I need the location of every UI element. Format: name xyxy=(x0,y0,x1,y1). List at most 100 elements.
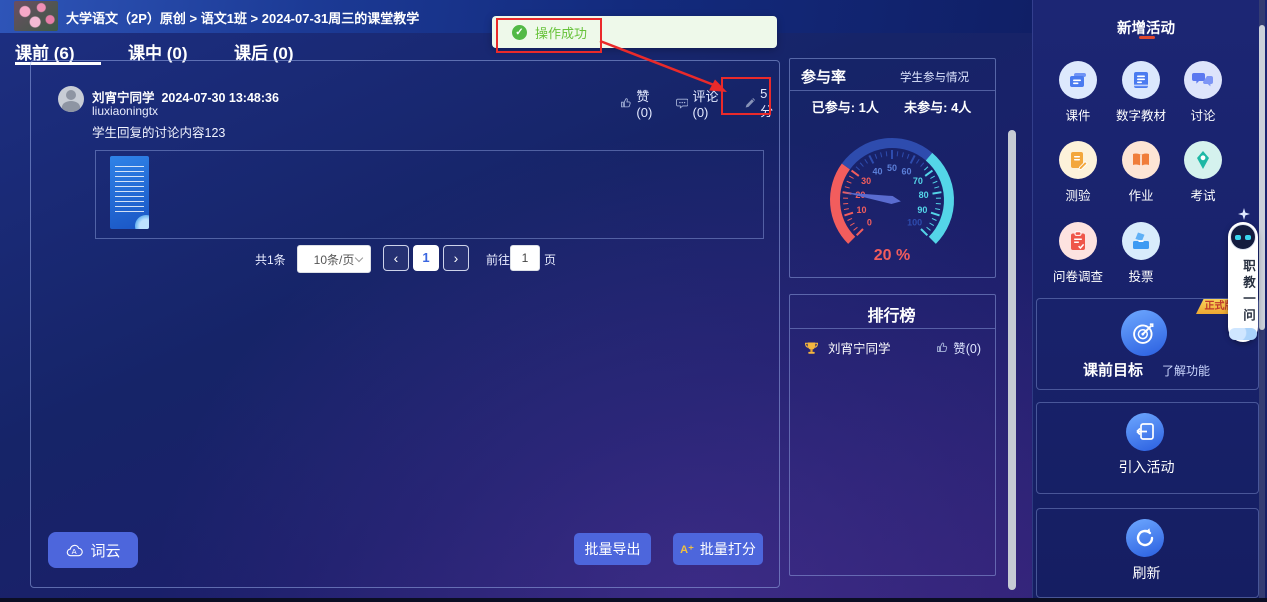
refresh-icon xyxy=(1133,526,1157,550)
success-toast: ✓ 操作成功 xyxy=(492,16,777,48)
assistant-widget[interactable]: 职教一问 xyxy=(1228,222,1258,342)
comment-meta: 赞(0) 评论(0) 5分 xyxy=(620,86,778,120)
svg-text:60: 60 xyxy=(902,166,912,176)
activity-survey[interactable]: 问卷调查 xyxy=(1046,222,1110,285)
svg-text:80: 80 xyxy=(919,190,929,200)
activity-vote[interactable]: 投票 xyxy=(1109,222,1173,285)
participation-subtitle[interactable]: 学生参与情况 xyxy=(900,69,969,85)
like-button[interactable]: 赞(0) xyxy=(620,86,662,120)
page-size-select[interactable]: 10条/页 xyxy=(297,245,371,273)
batch-score-label: 批量打分 xyxy=(700,539,756,559)
student-username: liuxiaoningtx xyxy=(92,104,158,118)
attachment-box xyxy=(95,150,764,239)
goto-label: 前往 xyxy=(486,251,510,268)
score-pen-icon xyxy=(744,96,756,110)
activity-label: 问卷调查 xyxy=(1046,266,1110,285)
goal-target-button[interactable] xyxy=(1121,310,1167,356)
content-scrollbar[interactable] xyxy=(1008,130,1016,590)
toast-text: 操作成功 xyxy=(535,23,587,42)
activity-label: 测验 xyxy=(1046,185,1110,204)
score-button[interactable]: 5分 xyxy=(744,86,778,120)
total-count: 共1条 xyxy=(255,251,286,268)
survey-icon xyxy=(1059,222,1097,260)
avatar xyxy=(58,86,84,112)
import-icon-circle[interactable] xyxy=(1126,413,1164,451)
participation-percent: 20 % xyxy=(802,247,982,265)
discussion-icon xyxy=(1184,61,1222,99)
page-size-value: 10条/页 xyxy=(314,251,355,268)
like-count: 赞(0) xyxy=(636,86,662,120)
thumbs-up-icon xyxy=(620,96,632,110)
svg-text:40: 40 xyxy=(872,166,882,176)
import-label: 引入活动 xyxy=(1036,457,1257,477)
quiz-icon xyxy=(1059,141,1097,179)
leaderboard-title: 排行榜 xyxy=(789,302,994,326)
leaderboard-name: 刘宵宁同学 xyxy=(828,338,891,357)
activity-label: 数字教材 xyxy=(1109,105,1173,124)
activity-discussion[interactable]: 讨论 xyxy=(1171,61,1235,124)
target-icon xyxy=(1130,319,1158,347)
activity-homework[interactable]: 作业 xyxy=(1109,141,1173,204)
student-name: 刘宵宁同学 xyxy=(92,91,155,105)
score-value: 5分 xyxy=(760,86,778,120)
chevron-down-icon xyxy=(355,254,363,262)
leaderboard-row: 刘宵宁同学 赞(0) xyxy=(803,338,981,357)
homework-icon xyxy=(1122,141,1160,179)
activity-courseware[interactable]: 课件 xyxy=(1046,61,1110,124)
page-container: 大学语文（2P）原创 > 语文1班 > 2024-07-31周三的课堂教学 课前… xyxy=(0,0,1267,602)
robot-eye xyxy=(1245,235,1251,240)
comment-icon xyxy=(676,97,688,110)
cloud-icon xyxy=(1229,328,1257,340)
not-joined-count: 未参与: 4人 xyxy=(904,100,971,115)
participation-title: 参与率 xyxy=(801,66,846,87)
sidebar-title: 新增活动 xyxy=(1032,17,1260,38)
reply-count: 评论(0) xyxy=(692,86,729,120)
card-divider xyxy=(790,90,995,91)
current-page[interactable]: 1 xyxy=(413,245,439,271)
leaderboard-card xyxy=(789,294,996,576)
sparkle-icon xyxy=(1238,208,1250,220)
robot-eye xyxy=(1235,235,1241,240)
wordcloud-button[interactable]: A 词云 xyxy=(48,532,138,568)
batch-export-button[interactable]: 批量导出 xyxy=(574,533,651,565)
svg-text:100: 100 xyxy=(907,218,922,228)
wordcloud-label: 词云 xyxy=(90,540,120,561)
activity-quiz[interactable]: 测验 xyxy=(1046,141,1110,204)
vote-icon xyxy=(1122,222,1160,260)
breadcrumb[interactable]: 大学语文（2P）原创 > 语文1班 > 2024-07-31周三的课堂教学 xyxy=(66,8,419,27)
activity-label: 考试 xyxy=(1171,185,1235,204)
refresh-label: 刷新 xyxy=(1036,563,1257,583)
comment-time: 2024-07-30 13:48:36 xyxy=(161,91,278,105)
goto-page-input[interactable] xyxy=(510,245,540,271)
svg-text:50: 50 xyxy=(887,163,897,173)
svg-text:0: 0 xyxy=(867,218,872,228)
activity-label: 课件 xyxy=(1046,105,1110,124)
page-unit-label: 页 xyxy=(544,251,556,268)
svg-text:70: 70 xyxy=(913,176,923,186)
activity-label: 讨论 xyxy=(1171,105,1235,124)
leaderboard-likes: 赞(0) xyxy=(936,338,981,357)
textbook-icon xyxy=(1122,61,1160,99)
assistant-label: 职教一问 xyxy=(1228,256,1258,328)
courseware-icon xyxy=(1059,61,1097,99)
window-scrollbar-thumb[interactable] xyxy=(1259,25,1265,330)
participation-stats: 已参与: 1人 未参与: 4人 xyxy=(789,97,994,116)
chevron-right-icon: › xyxy=(454,250,459,266)
next-page-button[interactable]: › xyxy=(443,245,469,271)
activity-exam[interactable]: 考试 xyxy=(1171,141,1235,204)
svg-text:30: 30 xyxy=(861,176,871,186)
activity-digital-textbook[interactable]: 数字教材 xyxy=(1109,61,1173,124)
activity-label: 作业 xyxy=(1109,185,1173,204)
refresh-icon-circle[interactable] xyxy=(1126,519,1164,557)
leaderboard-like-count: 赞(0) xyxy=(953,338,981,357)
trophy-icon xyxy=(803,340,820,356)
sidebar-title-underline xyxy=(1139,36,1155,39)
learn-more-link[interactable]: 了解功能 xyxy=(1162,364,1210,378)
import-icon xyxy=(1133,420,1157,444)
prev-page-button[interactable]: ‹ xyxy=(383,245,409,271)
attachment-thumbnail[interactable] xyxy=(110,156,149,229)
batch-score-button[interactable]: A⁺ 批量打分 xyxy=(673,533,763,565)
robot-icon xyxy=(1230,224,1256,250)
chevron-left-icon: ‹ xyxy=(394,250,399,266)
reply-button[interactable]: 评论(0) xyxy=(676,86,730,120)
